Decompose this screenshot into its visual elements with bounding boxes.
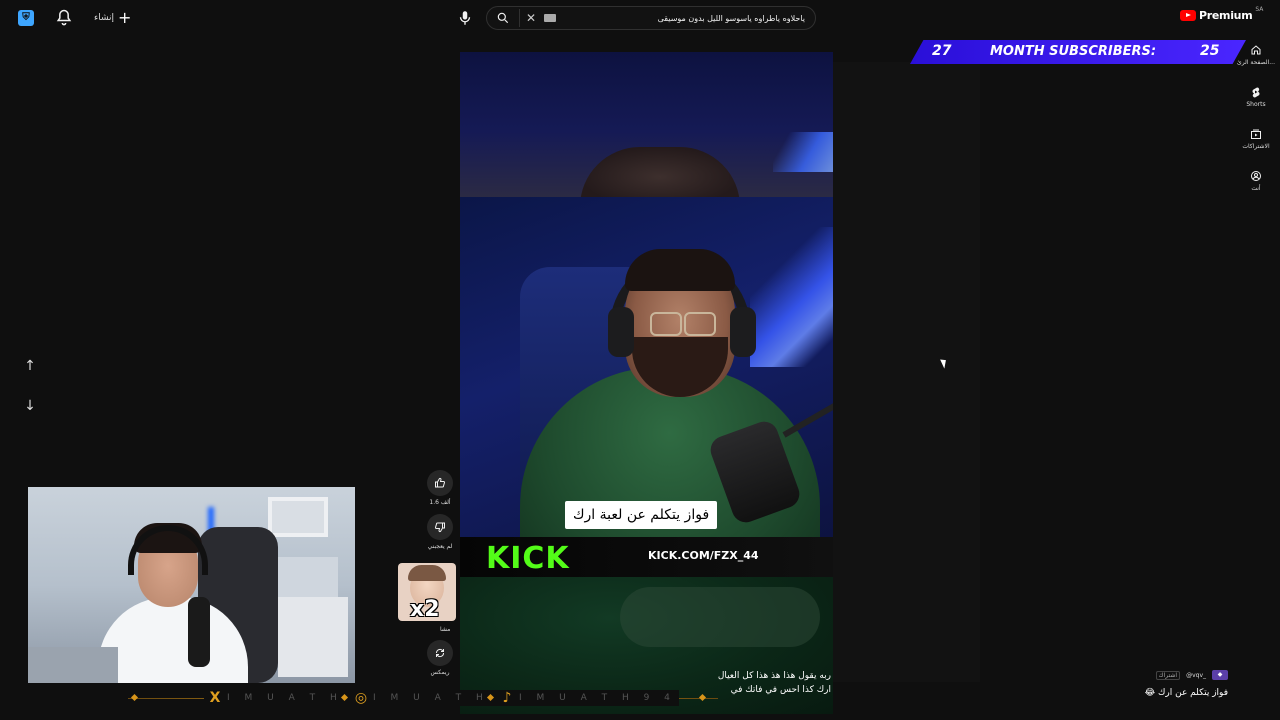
guide-item-shorts[interactable]: Shorts — [1232, 82, 1280, 124]
remix-icon — [435, 648, 445, 658]
sticker-hair — [408, 565, 446, 581]
chat-username: @vqv_ — [1186, 671, 1206, 679]
thumbs-down-icon — [434, 522, 445, 533]
create-label: إنشاء — [94, 13, 115, 23]
social-tiktok: ♪ I M U A T H 9 4 — [496, 690, 679, 706]
guide-label-shorts: Shorts — [1246, 101, 1266, 108]
guide-item-subscriptions[interactable]: الاشتراكات — [1232, 124, 1280, 166]
shorts-video-player[interactable]: فواز يتكلم عن لعبة ارك KICK KICK.COM/FZX… — [460, 52, 833, 714]
extension-icon[interactable]: ⛨ — [18, 10, 34, 26]
subscriber-count-right: 25 — [1200, 43, 1220, 59]
share-label: مشا — [440, 626, 451, 633]
subscriber-badge: اشتراك — [1155, 670, 1181, 680]
remix-button[interactable] — [427, 640, 453, 666]
video-top-clip — [460, 52, 833, 207]
thumbs-up-icon — [435, 477, 446, 488]
like-count: 1.6 ألف — [429, 499, 451, 506]
shorts-icon — [1252, 87, 1260, 98]
like-button[interactable] — [427, 470, 453, 496]
glasses — [650, 312, 716, 336]
headset-left-cup — [608, 307, 634, 357]
social-handles-bar: X I M U A T H 9 4 ◎ I M U A T H 9 4 ♪ I … — [128, 688, 718, 708]
video-caption: فواز يتكلم عن لعبة ارك — [565, 501, 718, 529]
kick-banner: KICK KICK.COM/FZX_44 — [460, 537, 833, 577]
dislike-label: لم يعجبني — [427, 543, 453, 550]
search-button[interactable] — [487, 7, 519, 29]
mini-guide: الصفحة الرئ... Shorts الاشتراكات أنت — [1232, 40, 1280, 208]
search-icon — [497, 12, 509, 24]
remix-action: ريمكس — [425, 640, 455, 676]
guide-label-subscriptions: الاشتراكات — [1242, 143, 1270, 150]
tiktok-icon: ♪ — [502, 690, 512, 706]
kick-logo: KICK — [486, 541, 570, 576]
subscriber-goal-title: MONTH SUBSCRIBERS: — [990, 44, 1157, 59]
remix-label: ريمكس — [430, 669, 450, 676]
dislike-button[interactable] — [427, 514, 453, 540]
guide-item-you[interactable]: أنت — [1232, 166, 1280, 208]
like-action: 1.6 ألف — [425, 470, 455, 506]
search-input[interactable] — [556, 8, 815, 28]
dislike-action: لم يعجبني — [425, 514, 455, 550]
keyboard-icon[interactable] — [544, 14, 556, 22]
plus-icon: + — [118, 8, 132, 27]
shorts-action-bar: 1.6 ألف لم يعجبني — [425, 470, 455, 558]
subscriber-goal-overlay: 27 MONTH SUBSCRIBERS: 25 — [910, 40, 1246, 64]
shelf — [278, 597, 348, 677]
logo-country-code: SA — [1255, 6, 1264, 13]
voice-search-mic-icon[interactable] — [456, 8, 474, 28]
headset-right-cup — [730, 307, 756, 357]
home-icon — [1251, 45, 1261, 55]
kick-url: KICK.COM/FZX_44 — [648, 549, 759, 562]
chat-message-header: اشتراك @vqv_ ◆ — [1138, 668, 1228, 682]
neon-sign — [750, 227, 833, 367]
guide-label-you: أنت — [1251, 185, 1261, 192]
tiktok-handle: I M U A T H 9 4 — [519, 693, 676, 703]
chat-overlay: اشتراك @vqv_ ◆ فواز يتكلم عن ارك 😂 — [1138, 668, 1228, 698]
logo-text: Premium — [1199, 9, 1253, 22]
shorts-navigation: ↑ ↓ — [22, 356, 38, 416]
chat-message: فواز يتكلم عن ارك 😂 — [1144, 688, 1228, 698]
search-box: ✕ — [486, 6, 816, 30]
clear-search-button[interactable]: ✕ — [522, 9, 540, 27]
next-video-arrow-icon[interactable]: ↓ — [22, 396, 38, 416]
video-top-neon — [773, 132, 833, 172]
subscriber-count-left: 27 — [932, 43, 952, 59]
wall-picture — [268, 497, 328, 537]
notifications-bell-icon[interactable] — [54, 8, 74, 28]
x-logo-icon: X — [209, 690, 221, 706]
account-icon — [1251, 171, 1261, 181]
youtube-premium-logo[interactable]: Premium SA — [1180, 6, 1264, 22]
instagram-icon: ◎ — [354, 690, 368, 706]
social-dot — [698, 693, 707, 702]
social-dot — [130, 693, 139, 702]
guide-label-home: الصفحة الرئ... — [1237, 59, 1275, 66]
chat-emote-icon: ◆ — [1212, 670, 1228, 680]
streamer-hair — [625, 249, 735, 291]
masthead: ⛨ إنشاء + ✕ Premium SA — [0, 0, 1280, 36]
masthead-start: ⛨ إنشاء + — [18, 8, 131, 28]
youtube-play-icon — [1180, 10, 1196, 21]
sticker-multiplier: x2 — [410, 597, 440, 621]
subscriptions-icon — [1251, 129, 1261, 139]
webcam-overlay — [28, 487, 355, 683]
create-button[interactable]: إنشاء + — [94, 10, 131, 26]
webcam-microphone — [188, 597, 210, 667]
description-line-1: ربه يقول هذا هذ هذا كل العيال — [717, 671, 831, 681]
webcam-desk — [28, 647, 118, 683]
previous-video-arrow-icon[interactable]: ↑ — [22, 356, 38, 376]
search-divider — [519, 9, 520, 27]
video-bottom-blur — [620, 587, 820, 647]
reaction-sticker: x2 — [398, 563, 456, 621]
